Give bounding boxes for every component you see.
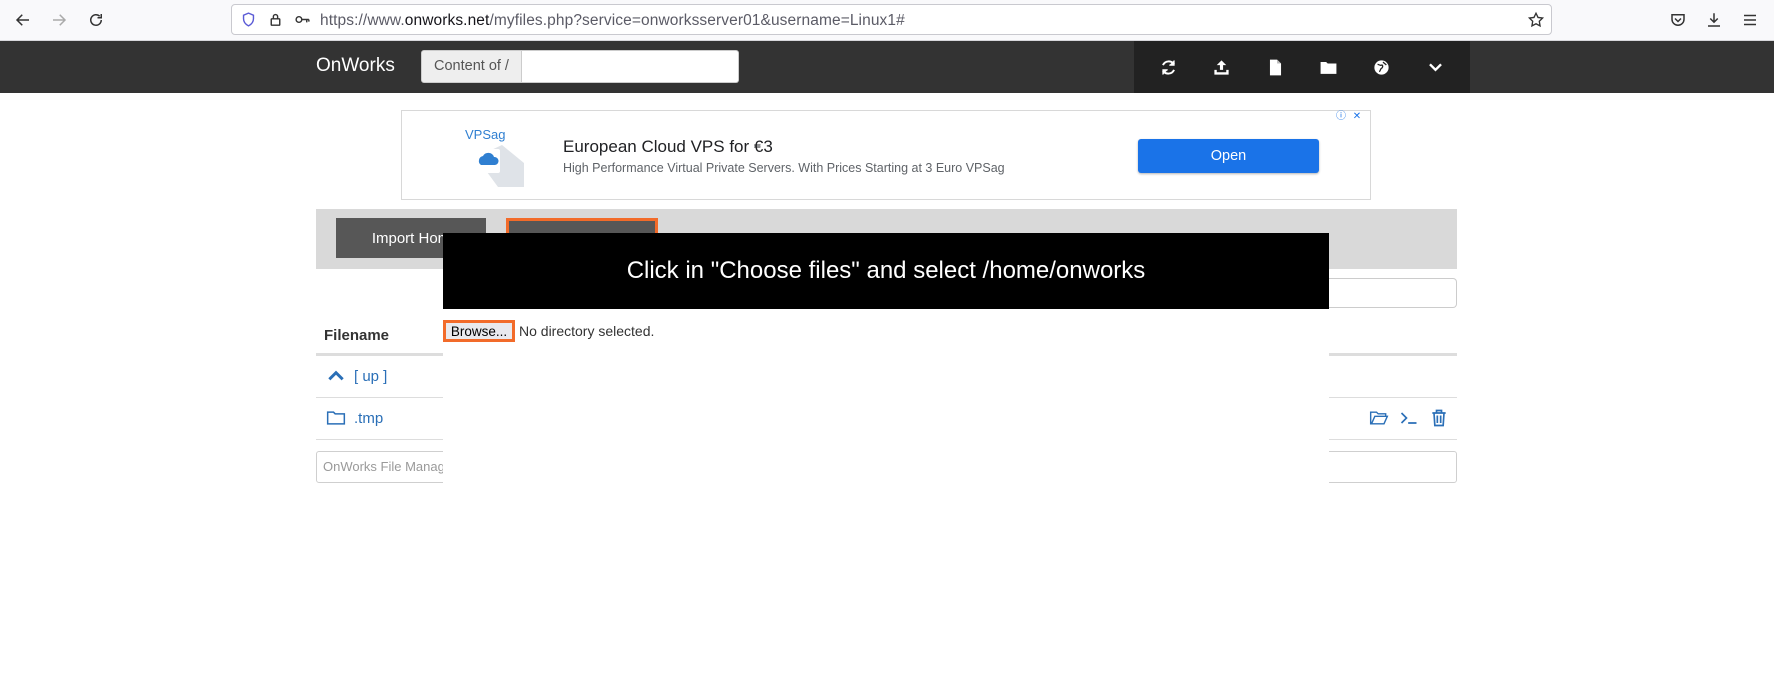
bookmark-star-icon[interactable] [1527, 11, 1545, 34]
reload-icon[interactable] [84, 8, 108, 32]
new-folder-icon[interactable] [1311, 49, 1347, 85]
file-toolbar [1134, 41, 1470, 93]
filter-input[interactable] [1316, 278, 1457, 308]
trash-icon[interactable] [1429, 408, 1449, 433]
directory-status: No directory selected. [519, 323, 655, 339]
refresh-icon[interactable] [1151, 49, 1187, 85]
filename-column-header[interactable]: Filename [324, 327, 389, 344]
directory-picker: Browse... No directory selected. [443, 320, 654, 342]
terminal-icon[interactable] [1399, 408, 1419, 433]
browser-toolbar: https://www.onworks.net/myfiles.php?serv… [0, 0, 1774, 41]
url-text[interactable]: https://www.onworks.net/myfiles.php?serv… [320, 12, 905, 30]
up-link[interactable]: [ up ] [354, 368, 387, 385]
footer-text: OnWorks File Manag [323, 459, 445, 474]
key-icon[interactable] [294, 11, 311, 33]
path-input[interactable] [521, 50, 739, 83]
chevron-down-icon[interactable] [1417, 49, 1453, 85]
browse-button[interactable]: Browse... [443, 320, 515, 342]
pocket-icon[interactable] [1666, 8, 1690, 32]
tutorial-banner: Click in "Choose files" and select /home… [443, 233, 1329, 309]
globe-icon[interactable] [1364, 49, 1400, 85]
ad-description: High Performance Virtual Private Servers… [563, 161, 1005, 175]
download-icon[interactable] [1702, 8, 1726, 32]
upload-icon[interactable] [1204, 49, 1240, 85]
vpsag-logo-text: VPSag [465, 127, 505, 142]
upload-overlay [443, 310, 1329, 688]
open-folder-icon[interactable] [1369, 408, 1389, 433]
content-of-label: Content of / [421, 50, 522, 83]
folder-link[interactable]: .tmp [354, 410, 383, 427]
content-of-group: Content of / [421, 50, 739, 83]
row-actions [1369, 408, 1449, 433]
menu-icon[interactable] [1738, 8, 1762, 32]
lock-icon[interactable] [267, 11, 284, 33]
ad-choices: ⓘ ✕ [1334, 110, 1364, 124]
url-bar[interactable]: https://www.onworks.net/myfiles.php?serv… [231, 4, 1552, 35]
folder-icon[interactable] [326, 408, 346, 433]
ad-open-button[interactable]: Open [1138, 139, 1319, 173]
ad-info-icon[interactable]: ⓘ [1334, 110, 1348, 124]
advertisement[interactable]: VPSag European Cloud VPS for €3 High Per… [401, 110, 1371, 200]
brand-logo[interactable]: OnWorks [316, 55, 395, 77]
forward-icon[interactable] [47, 8, 71, 32]
ad-close-icon[interactable]: ✕ [1350, 110, 1364, 124]
shield-icon[interactable] [240, 11, 257, 33]
ad-title[interactable]: European Cloud VPS for €3 [563, 137, 773, 157]
new-file-icon[interactable] [1257, 49, 1293, 85]
tutorial-message: Click in "Choose files" and select /home… [626, 257, 1146, 284]
chevron-up-icon[interactable] [326, 366, 346, 391]
back-icon[interactable] [11, 8, 35, 32]
app-header: OnWorks Content of / [0, 41, 1774, 93]
vpsag-logo[interactable]: VPSag [462, 127, 526, 187]
